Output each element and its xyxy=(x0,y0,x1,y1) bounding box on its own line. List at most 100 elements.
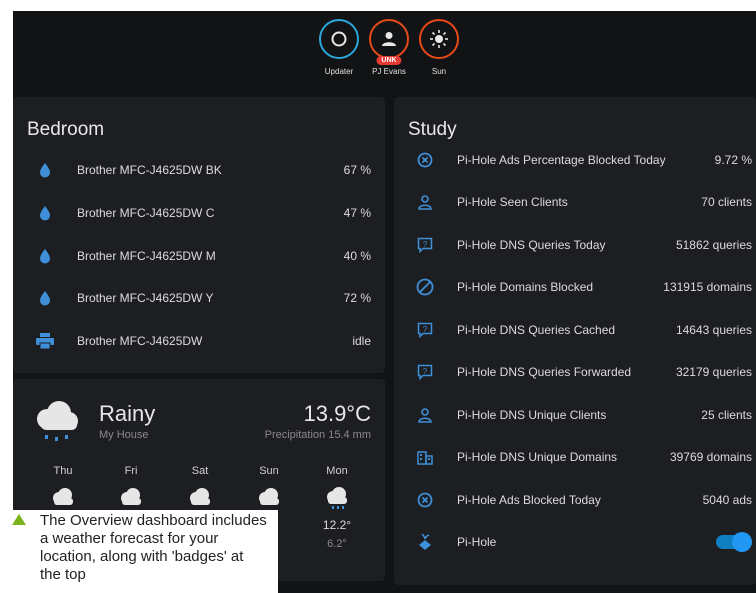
sun-icon xyxy=(419,19,459,59)
toggle-knob xyxy=(732,532,752,552)
badge-pj-evans[interactable]: UNK PJ Evans xyxy=(367,19,411,76)
card-title: Bedroom xyxy=(27,119,105,140)
forecast-day-label: Sun xyxy=(259,465,279,477)
forecast-day-label: Fri xyxy=(124,465,138,477)
entity-row[interactable]: Pi-Hole Ads Percentage Blocked Today 9.72… xyxy=(394,139,756,181)
forecast-day: Sat xyxy=(180,465,220,510)
entity-row[interactable]: Pi-Hole Seen Clients 70 clients xyxy=(394,181,756,223)
entity-row[interactable]: Brother MFC-J4625DW BK 67 % xyxy=(13,149,385,191)
cloud-icon xyxy=(249,487,289,510)
entity-value: 9.72 % xyxy=(714,153,752,167)
entity-value: 32179 queries xyxy=(675,365,752,379)
entity-value: 25 clients xyxy=(701,408,752,422)
rainy-icon xyxy=(317,487,357,512)
entity-name: Brother MFC-J4625DW M xyxy=(77,249,216,263)
caption-text: The Overview dashboard includes a weathe… xyxy=(40,512,267,583)
water-drop-icon xyxy=(36,247,54,265)
water-drop-icon xyxy=(36,204,54,222)
entity-row[interactable]: Brother MFC-J4625DW Y 72 % xyxy=(13,277,385,319)
comment-question-icon: ? xyxy=(416,236,434,254)
entity-value: 72 % xyxy=(343,291,371,305)
entity-value: 67 % xyxy=(343,163,371,177)
forecast-day: Fri xyxy=(111,465,151,510)
forecast-low: 6.2° xyxy=(327,538,347,550)
forecast-day-label: Thu xyxy=(53,465,73,477)
water-drop-icon xyxy=(36,289,54,307)
figure-caption: The Overview dashboard includes a weathe… xyxy=(0,510,278,593)
badges-bar: Updater UNK PJ Evans Sun xyxy=(13,11,756,97)
entity-name: Pi-Hole xyxy=(457,535,497,549)
close-circle-icon xyxy=(416,491,434,509)
badge-sun[interactable]: Sun xyxy=(417,19,461,76)
pi-hole-toggle[interactable] xyxy=(716,532,752,552)
entity-name: Pi-Hole Ads Blocked Today xyxy=(457,493,601,507)
entity-name: Pi-Hole DNS Unique Clients xyxy=(457,408,607,422)
entity-row[interactable]: Brother MFC-J4625DW C 47 % xyxy=(13,192,385,234)
entity-row[interactable]: Brother MFC-J4625DW idle xyxy=(13,320,385,362)
entity-name: Pi-Hole Ads Percentage Blocked Today xyxy=(457,153,666,167)
badge-label: PJ Evans xyxy=(372,67,406,76)
weather-condition: Rainy xyxy=(99,401,156,426)
forecast-day-label: Sat xyxy=(191,465,209,477)
pi-hole-switch-row[interactable]: Pi-Hole xyxy=(394,521,756,563)
weather-precipitation: Precipitation 15.4 mm xyxy=(264,429,371,441)
entity-value: idle xyxy=(352,334,371,348)
badge-label: Updater xyxy=(324,67,354,76)
entity-name: Pi-Hole DNS Queries Forwarded xyxy=(457,365,632,379)
circle-icon xyxy=(319,19,359,59)
entity-value: 40 % xyxy=(343,249,371,263)
svg-text:?: ? xyxy=(423,367,428,376)
entity-name: Pi-Hole DNS Queries Today xyxy=(457,238,606,252)
study-card: Study Pi-Hole Ads Percentage Blocked Tod… xyxy=(394,97,756,585)
card-title: Study xyxy=(408,119,457,140)
cloud-icon xyxy=(43,487,83,510)
printer-icon xyxy=(36,332,54,350)
weather-location: My House xyxy=(99,429,149,441)
person-icon: UNK xyxy=(369,19,409,65)
entity-name: Pi-Hole Seen Clients xyxy=(457,195,568,209)
account-icon xyxy=(416,406,434,424)
rainy-icon xyxy=(31,399,81,450)
entity-value: 5040 ads xyxy=(702,493,752,507)
bedroom-card: Bedroom Brother MFC-J4625DW BK 67 % Brot… xyxy=(13,97,385,373)
pi-hole-icon xyxy=(416,533,434,551)
entity-name: Brother MFC-J4625DW xyxy=(77,334,203,348)
comment-question-icon: ? xyxy=(416,321,434,339)
forecast-day: Thu xyxy=(43,465,83,510)
entity-name: Brother MFC-J4625DW Y xyxy=(77,291,214,305)
entity-value: 39769 domains xyxy=(669,450,752,464)
comment-question-icon: ? xyxy=(416,363,434,381)
entity-value: 70 clients xyxy=(701,195,752,209)
status-badge: UNK xyxy=(376,56,402,65)
water-drop-icon xyxy=(36,161,54,179)
entity-row[interactable]: Pi-Hole DNS Unique Domains 39769 domains xyxy=(394,436,756,478)
entity-row[interactable]: Pi-Hole Domains Blocked 131915 domains xyxy=(394,266,756,308)
block-icon xyxy=(416,278,434,296)
forecast-high: 12.2° xyxy=(322,518,352,532)
entity-name: Pi-Hole DNS Unique Domains xyxy=(457,450,618,464)
forecast-day-label: Mon xyxy=(326,465,348,477)
svg-text:?: ? xyxy=(423,240,428,249)
entity-value: 14643 queries xyxy=(675,323,752,337)
entity-name: Pi-Hole Domains Blocked xyxy=(457,280,594,294)
entity-name: Brother MFC-J4625DW BK xyxy=(77,163,222,177)
badge-updater[interactable]: Updater xyxy=(317,19,361,76)
entity-value: 47 % xyxy=(343,206,371,220)
entity-row[interactable]: ? Pi-Hole DNS Queries Cached 14643 queries xyxy=(394,309,756,351)
entity-row[interactable]: Pi-Hole DNS Unique Clients 25 clients xyxy=(394,394,756,436)
entity-row[interactable]: ? Pi-Hole DNS Queries Forwarded 32179 quer… xyxy=(394,351,756,393)
badge-label: Sun xyxy=(431,67,447,76)
entity-row[interactable]: Brother MFC-J4625DW M 40 % xyxy=(13,235,385,277)
dashboard-screen: Updater UNK PJ Evans Sun Bedroom Brother… xyxy=(13,11,756,593)
svg-text:?: ? xyxy=(423,325,428,334)
cloud-icon xyxy=(180,487,220,510)
domain-icon xyxy=(416,448,434,466)
cloud-icon xyxy=(111,487,151,510)
caption-triangle-icon xyxy=(12,514,26,525)
weather-temperature: 13.9°C xyxy=(303,401,371,426)
entity-row[interactable]: Pi-Hole Ads Blocked Today 5040 ads xyxy=(394,479,756,521)
entity-row[interactable]: ? Pi-Hole DNS Queries Today 51862 queries xyxy=(394,224,756,266)
entity-name: Pi-Hole DNS Queries Cached xyxy=(457,323,616,337)
entity-value: 131915 domains xyxy=(663,280,752,294)
account-icon xyxy=(416,193,434,211)
